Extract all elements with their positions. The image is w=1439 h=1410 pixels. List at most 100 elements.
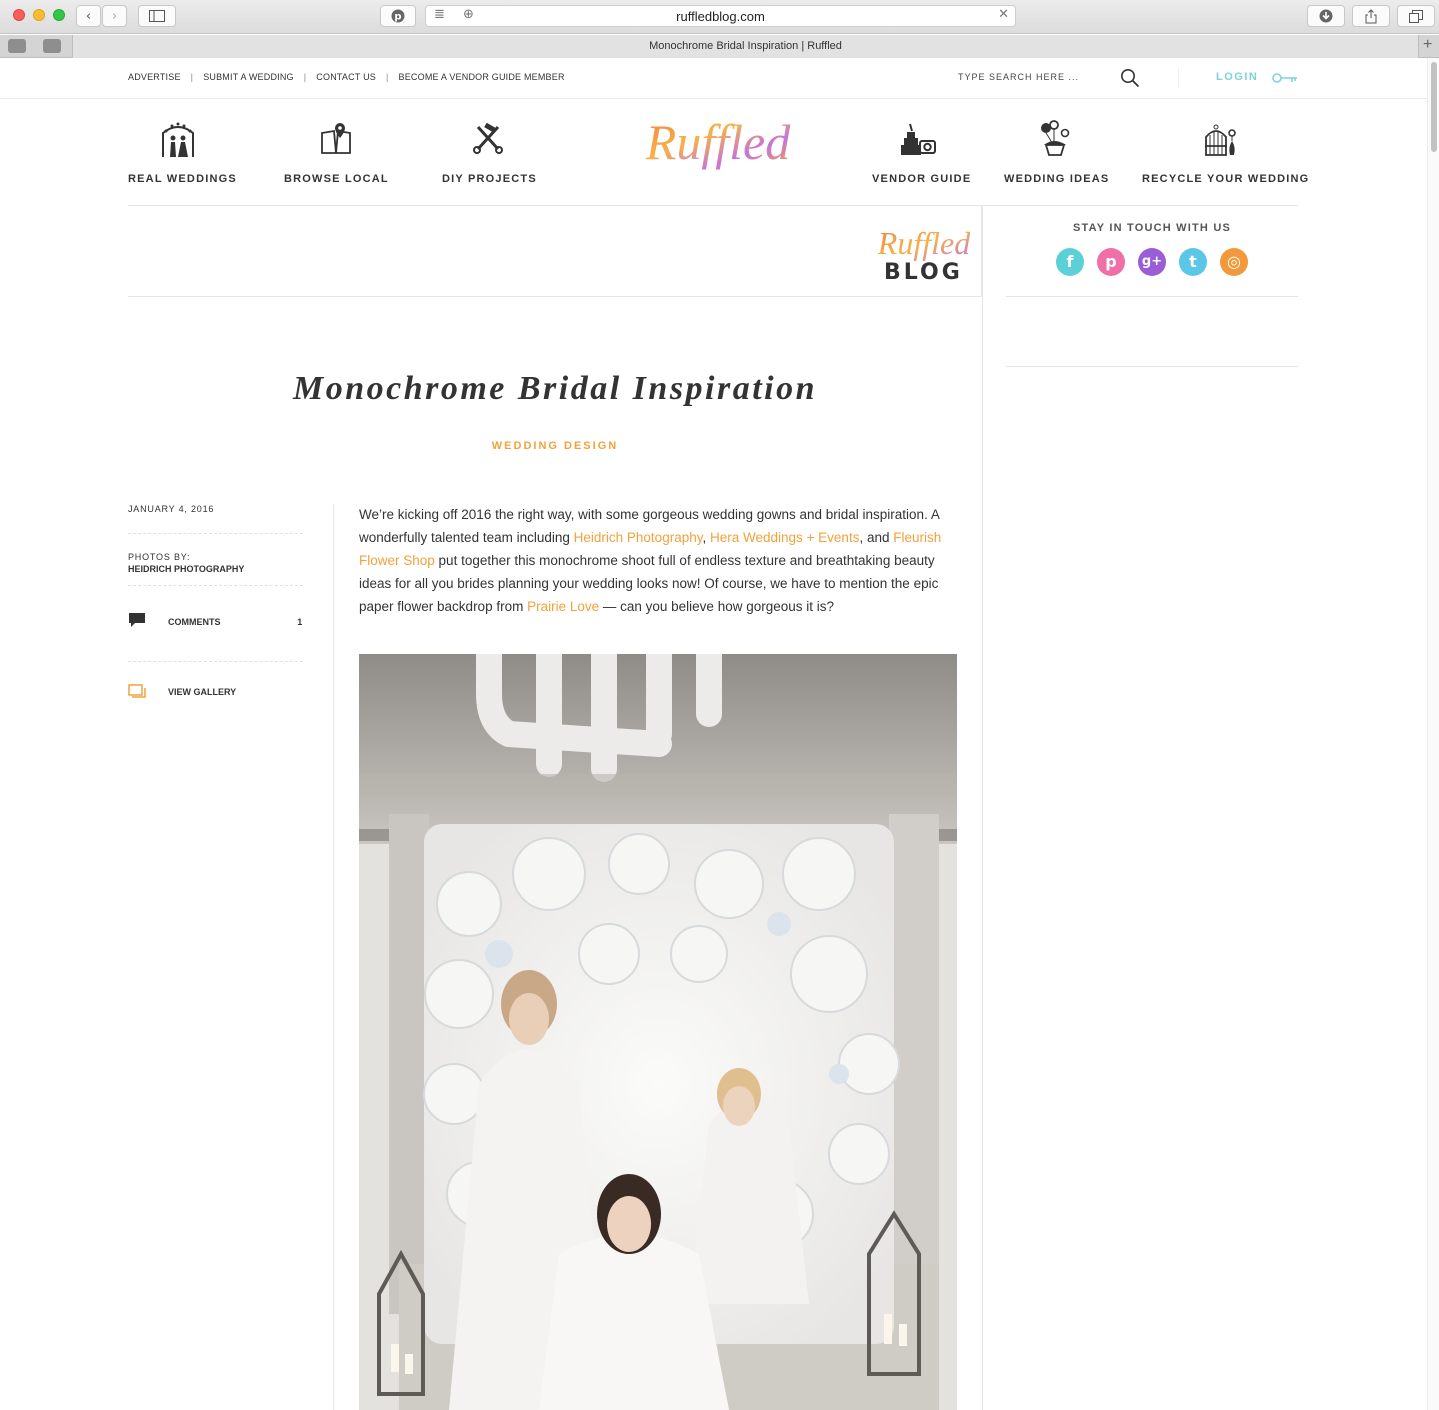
- post-category-link[interactable]: WEDDING DESIGN: [128, 440, 982, 452]
- nav-diy-projects[interactable]: DIY PROJECTS: [442, 99, 537, 205]
- nav-label: REAL WEDDINGS: [128, 173, 237, 185]
- utility-links: ADVERTISE | SUBMIT A WEDDING | CONTACT U…: [128, 72, 565, 82]
- hera-weddings-link[interactable]: Hera Weddings + Events: [710, 530, 859, 545]
- social-links: f p g+ t ◎: [1056, 248, 1248, 278]
- new-tab-button[interactable]: +: [1423, 36, 1432, 54]
- view-gallery-label: VIEW GALLERY: [168, 687, 237, 697]
- view-gallery-link[interactable]: VIEW GALLERY: [128, 662, 303, 722]
- blog-header: Ruffled BLOG: [128, 206, 982, 297]
- photos-by-label: PHOTOS BY:: [128, 552, 191, 562]
- page-scrollbar[interactable]: [1427, 58, 1439, 1410]
- chevron-left-icon: ‹: [85, 8, 92, 24]
- heidrich-photography-link[interactable]: Heidrich Photography: [574, 530, 703, 545]
- post-title: Monochrome Bridal Inspiration: [292, 370, 818, 407]
- pinterest-icon[interactable]: p: [1097, 248, 1125, 276]
- photo-credit: PHOTOS BY: HEIDRICH PHOTOGRAPHY: [128, 534, 303, 586]
- web-page: ADVERTISE | SUBMIT A WEDDING | CONTACT U…: [0, 58, 1427, 1410]
- nav-label: RECYCLE YOUR WEDDING: [1142, 173, 1310, 185]
- comments-label: COMMENTS: [168, 617, 221, 627]
- body-text: ,: [702, 530, 710, 545]
- nav-browse-local[interactable]: BROWSE LOCAL: [284, 99, 388, 205]
- sidebar-toggle-button[interactable]: [138, 5, 176, 27]
- main-navigation: REAL WEDDINGS BROWSE LOCAL DIY PROJECTS: [128, 99, 1310, 206]
- forward-button[interactable]: ›: [102, 5, 127, 27]
- cake-camera-icon: [901, 123, 936, 155]
- comment-icon: [129, 613, 145, 627]
- nav-label: VENDOR GUIDE: [872, 173, 972, 185]
- svg-text:p: p: [394, 12, 401, 23]
- submit-wedding-link[interactable]: SUBMIT A WEDDING: [203, 72, 294, 82]
- advertise-link[interactable]: ADVERTISE: [128, 72, 181, 82]
- zoom-window-button[interactable]: [53, 9, 65, 21]
- nav-label: WEDDING IDEAS: [1004, 173, 1110, 185]
- browser-toolbar: ‹ › p ≣ ⊕ ruffledblog.com ✕: [0, 0, 1439, 34]
- post-intro: We’re kicking off 2016 the right way, wi…: [359, 503, 959, 618]
- separator: |: [303, 72, 307, 82]
- login-link[interactable]: LOGIN: [1216, 71, 1258, 83]
- nav-vendor-guide[interactable]: VENDOR GUIDE: [872, 99, 972, 205]
- sidebar-icon: [149, 10, 165, 22]
- sidebar-divider-line: [1006, 366, 1298, 367]
- balloons-cupcake-icon: [1041, 120, 1070, 156]
- pinterest-extension-button[interactable]: p: [380, 5, 416, 27]
- comments-count: 1: [297, 617, 303, 627]
- sidebar-divider: [982, 206, 983, 1410]
- search-icon[interactable]: [1120, 68, 1140, 88]
- ruffled-blog-logo[interactable]: Ruffled BLOG: [878, 222, 970, 285]
- blog-logo-script: Ruffled: [878, 225, 970, 261]
- post-hero-image[interactable]: [359, 654, 957, 1410]
- nav-real-weddings[interactable]: REAL WEDDINGS: [128, 99, 237, 205]
- post-date: JANUARY 4, 2016: [128, 502, 303, 534]
- photographer-name[interactable]: HEIDRICH PHOTOGRAPHY: [128, 563, 303, 575]
- comments-link[interactable]: COMMENTS 1: [128, 586, 303, 662]
- logo-text: Ruffled: [645, 114, 791, 170]
- pinned-tab-1[interactable]: [8, 39, 26, 53]
- pinned-tab-2[interactable]: [43, 39, 61, 53]
- map-pin-book-icon: [321, 123, 351, 154]
- minimize-window-button[interactable]: [33, 9, 45, 21]
- content-divider: [333, 504, 334, 1410]
- separator: |: [385, 72, 389, 82]
- nav-recycle-wedding[interactable]: RECYCLE YOUR WEDDING: [1142, 99, 1310, 205]
- close-window-button[interactable]: [13, 9, 25, 21]
- tab-overview-button[interactable]: [1397, 5, 1435, 27]
- sidebar-divider-line: [1006, 296, 1298, 297]
- google-plus-icon[interactable]: g+: [1138, 248, 1166, 276]
- chevron-right-icon: ›: [111, 8, 118, 24]
- contact-link[interactable]: CONTACT US: [316, 72, 376, 82]
- facebook-icon[interactable]: f: [1056, 248, 1084, 276]
- address-bar[interactable]: ≣ ⊕ ruffledblog.com ✕: [425, 5, 1016, 27]
- blog-logo-word: BLOG: [884, 260, 963, 285]
- birdcage-vase-icon: [1205, 124, 1236, 156]
- instagram-icon[interactable]: ◎: [1220, 248, 1248, 276]
- close-icon[interactable]: ✕: [998, 7, 1009, 22]
- nav-wedding-ideas[interactable]: WEDDING IDEAS: [1004, 99, 1110, 205]
- divider: [1178, 68, 1179, 88]
- pinterest-icon: p: [391, 9, 405, 23]
- url-text: ruffledblog.com: [676, 9, 765, 24]
- tab-title: Monochrome Bridal Inspiration | Ruffled: [649, 40, 842, 52]
- body-text: — can you believe how gorgeous it is?: [599, 599, 835, 614]
- active-tab[interactable]: Monochrome Bridal Inspiration | Ruffled: [72, 35, 1419, 58]
- scrollbar-thumb[interactable]: [1431, 62, 1437, 152]
- tab-bar: Monochrome Bridal Inspiration | Ruffled …: [0, 35, 1439, 58]
- bridal-photo: [359, 654, 957, 1410]
- search-input[interactable]: TYPE SEARCH HERE ...: [958, 72, 1079, 82]
- ruffled-logo[interactable]: Ruffled: [643, 111, 793, 191]
- share-button[interactable]: [1352, 5, 1390, 27]
- downloads-button[interactable]: [1307, 5, 1345, 27]
- back-button[interactable]: ‹: [76, 5, 101, 27]
- twitter-icon[interactable]: t: [1179, 248, 1207, 276]
- body-text: , and: [859, 530, 894, 545]
- tools-icon: [473, 122, 503, 154]
- download-icon: [1319, 9, 1333, 23]
- tabs-icon: [1409, 9, 1423, 23]
- share-icon: [1365, 8, 1377, 23]
- utility-bar: ADVERTISE | SUBMIT A WEDDING | CONTACT U…: [0, 58, 1427, 99]
- prairie-love-link[interactable]: Prairie Love: [527, 599, 599, 614]
- key-icon[interactable]: [1272, 71, 1298, 85]
- vendor-member-link[interactable]: BECOME A VENDOR GUIDE MEMBER: [399, 72, 565, 82]
- nav-label: BROWSE LOCAL: [284, 173, 389, 185]
- couple-arch-icon: [162, 122, 194, 157]
- nav-label: DIY PROJECTS: [442, 173, 537, 185]
